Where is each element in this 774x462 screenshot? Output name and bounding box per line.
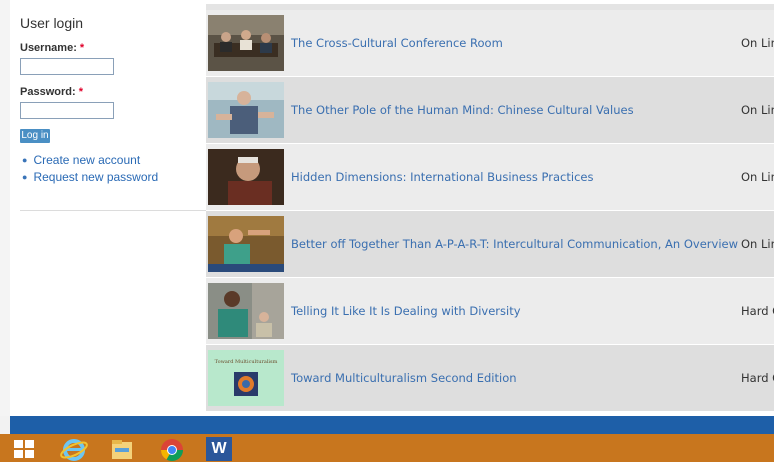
row-title-link[interactable]: The Cross-Cultural Conference Room (291, 10, 503, 76)
thumbnail-caption: Toward Multiculturalism (215, 359, 278, 365)
thumbnail-image[interactable] (208, 216, 284, 272)
username-label: Username: * (20, 42, 85, 54)
thumbnail-image[interactable] (208, 15, 284, 71)
block-title: User login (20, 15, 84, 31)
table-row: Telling It Like It Is Dealing with Diver… (206, 278, 774, 345)
row-title-link[interactable]: The Other Pole of the Human Mind: Chines… (291, 77, 634, 143)
create-account-link[interactable]: ● Create new account (22, 153, 158, 167)
internet-explorer-icon[interactable] (58, 436, 90, 462)
row-status: On Lin (741, 170, 774, 184)
table-row: Hidden Dimensions: International Busines… (206, 144, 774, 211)
table-row: The Cross-Cultural Conference Room On Li… (206, 10, 774, 77)
table-row: Toward Multiculturalism Toward Multicult… (206, 345, 774, 412)
thumbnail-image[interactable] (208, 149, 284, 205)
chrome-icon[interactable] (156, 436, 188, 462)
left-edge (0, 0, 10, 416)
row-title-link[interactable]: Telling It Like It Is Dealing with Diver… (291, 278, 521, 344)
row-status: On Lin (741, 103, 774, 117)
password-label: Password: * (20, 86, 83, 98)
request-password-link[interactable]: ● Request new password (22, 170, 158, 184)
word-icon[interactable]: W (206, 437, 232, 461)
taskbar: W (0, 434, 774, 462)
row-title-link[interactable]: Toward Multiculturalism Second Edition (291, 345, 517, 411)
row-title-link[interactable]: Hidden Dimensions: International Busines… (291, 144, 593, 210)
table-row: The Other Pole of the Human Mind: Chines… (206, 77, 774, 144)
page: User login Username: * Password: * Log i… (0, 0, 774, 416)
row-status: On Lin (741, 36, 774, 50)
table-row: Better off Together Than A-P-A-R-T: Inte… (206, 211, 774, 278)
username-field[interactable] (20, 58, 114, 75)
footer-bar (10, 416, 774, 434)
login-links: ● Create new account ● Request new passwor… (22, 153, 158, 187)
windows-start-icon[interactable] (8, 436, 40, 462)
row-status: Hard C (741, 371, 774, 385)
row-status: Hard C (741, 304, 774, 318)
bullet-icon: ● (22, 172, 28, 182)
divider (20, 210, 206, 211)
bullet-icon: ● (22, 155, 28, 165)
thumbnail-image[interactable] (208, 283, 284, 339)
row-title-link[interactable]: Better off Together Than A-P-A-R-T: Inte… (291, 211, 738, 277)
thumbnail-image[interactable]: Toward Multiculturalism (208, 350, 284, 406)
login-button[interactable]: Log in (20, 129, 50, 143)
user-login-block: User login Username: * Password: * Log i… (12, 0, 206, 416)
password-field[interactable] (20, 102, 114, 119)
required-mark: * (78, 86, 83, 98)
video-table: The Cross-Cultural Conference Room On Li… (206, 4, 774, 412)
thumbnail-image[interactable] (208, 82, 284, 138)
row-status: On Lin (741, 237, 774, 251)
file-explorer-icon[interactable] (106, 436, 138, 462)
required-mark: * (79, 42, 85, 54)
